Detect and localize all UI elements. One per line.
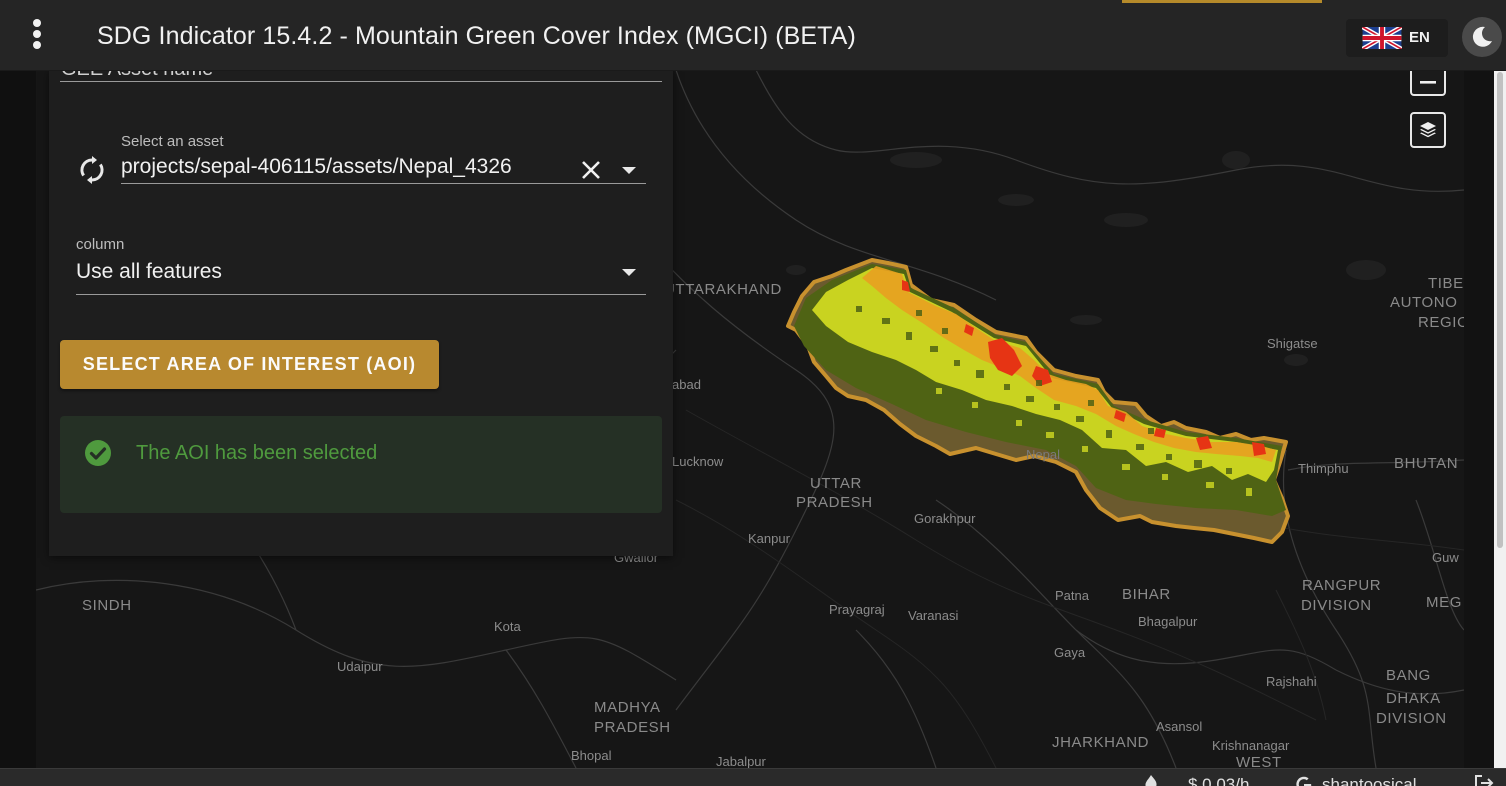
aoi-success-alert: The AOI has been selected <box>60 416 662 513</box>
language-button[interactable]: EN <box>1346 19 1448 57</box>
map-label-meghalaya: MEG <box>1426 594 1462 611</box>
asset-name-select-label: GEE Asset name <box>61 70 213 81</box>
map-label-rangpur-division: DIVISION <box>1301 597 1372 614</box>
map-label-pradesh: PRADESH <box>796 494 873 511</box>
dots-vertical-icon <box>33 30 41 38</box>
aoi-success-text: The AOI has been selected <box>136 442 378 464</box>
refresh-assets-button[interactable] <box>79 156 105 189</box>
map-label-bihar: BIHAR <box>1122 586 1171 603</box>
map-label-autonomous: AUTONO <box>1390 294 1458 311</box>
asset-select-value[interactable]: projects/sepal-406115/assets/Nepal_4326 <box>121 155 512 179</box>
app-window: UTTARAKHAND TIBE AUTONO REGIO Shigatse a… <box>0 0 1506 786</box>
clear-asset-button[interactable] <box>581 160 601 185</box>
map-label-uttar: UTTAR <box>810 475 862 492</box>
map-label-bhutan: BHUTAN <box>1394 455 1459 472</box>
page-scrollbar-thumb[interactable] <box>1497 72 1503 548</box>
asset-select-label: Select an asset <box>121 133 224 150</box>
map-label-abad: abad <box>672 377 701 392</box>
dots-vertical-icon <box>33 19 41 27</box>
map-label-dhaka-division: DIVISION <box>1376 710 1447 727</box>
column-select-chevron-down-icon[interactable] <box>622 269 636 276</box>
page-scrollbar[interactable] <box>1494 70 1506 768</box>
layers-icon <box>1420 122 1436 138</box>
refresh-icon <box>80 156 104 184</box>
map-label-jabalpur: Jabalpur <box>716 754 766 768</box>
asset-select-chevron-down-icon[interactable] <box>622 167 636 174</box>
column-select-value[interactable]: Use all features <box>76 260 222 284</box>
google-icon <box>1296 776 1312 786</box>
map-label-kota: Kota <box>494 619 521 634</box>
map-label-udaipur: Udaipur <box>337 659 383 674</box>
map-label-varanasi: Varanasi <box>908 608 959 623</box>
map-label-thimphu: Thimphu <box>1298 461 1349 476</box>
column-select-underline <box>76 294 646 295</box>
map-label-prayagraj: Prayagraj <box>829 602 885 617</box>
map-label-kanpur: Kanpur <box>748 531 790 546</box>
map-label-madhya: MADHYA <box>594 699 661 716</box>
map-label-rajshahi: Rajshahi <box>1266 674 1317 689</box>
status-user[interactable]: shantoosical <box>1322 775 1417 786</box>
dots-vertical-icon <box>33 41 41 49</box>
map-label-lucknow: Lucknow <box>672 454 724 469</box>
map-label-jharkhand: JHARKHAND <box>1052 734 1150 751</box>
map-label-patna: Patna <box>1055 588 1089 603</box>
flame-icon <box>1145 775 1157 786</box>
aoi-panel: GEE Asset name Select an asset projects/… <box>49 70 673 556</box>
check-circle-icon <box>85 440 111 466</box>
zoom-out-button[interactable] <box>1410 70 1446 96</box>
layers-button[interactable] <box>1410 112 1446 148</box>
map-label-region: REGIO <box>1418 314 1464 331</box>
map-label-bhagalpur: Bhagalpur <box>1138 614 1198 629</box>
select-aoi-button[interactable]: SELECT AREA OF INTEREST (AOI) <box>60 340 439 389</box>
map-label-shigatse: Shigatse <box>1267 336 1318 351</box>
asset-name-select-underline <box>60 81 662 82</box>
map-label-rangpur: RANGPUR <box>1302 577 1382 594</box>
moon-icon <box>1472 26 1492 47</box>
column-select-label: column <box>76 236 125 253</box>
map-label-nepal: Nepal <box>1026 447 1060 462</box>
map-label-madhya-pradesh: PRADESH <box>594 719 671 736</box>
map-label-dhaka: DHAKA <box>1386 690 1441 707</box>
map-label-asansol: Asansol <box>1156 719 1203 734</box>
map-label-sindh: SINDH <box>82 597 132 614</box>
theme-toggle-button[interactable] <box>1462 17 1502 57</box>
map-label-gorakhpur: Gorakhpur <box>914 511 976 526</box>
uk-flag-icon <box>1362 27 1402 49</box>
app-bar-accent <box>1122 0 1322 3</box>
map-label-bangladesh: BANG <box>1386 667 1431 684</box>
asset-select-underline <box>121 183 646 184</box>
map-label-gaya: Gaya <box>1054 645 1086 660</box>
status-bar: $ 0.03/h shantoosical <box>0 768 1506 786</box>
menu-button[interactable] <box>22 19 52 53</box>
left-gutter <box>0 70 36 768</box>
map-label-tibet: TIBE <box>1428 275 1464 292</box>
page-title: SDG Indicator 15.4.2 - Mountain Green Co… <box>97 22 856 50</box>
close-icon <box>582 161 600 179</box>
map-label-bhopal: Bhopal <box>571 748 612 763</box>
map-label-guwahati: Guw <box>1432 550 1459 565</box>
map-label-west: WEST <box>1236 754 1282 768</box>
status-cost: $ 0.03/h <box>1188 775 1250 786</box>
language-code: EN <box>1409 29 1430 46</box>
app-bar: SDG Indicator 15.4.2 - Mountain Green Co… <box>0 0 1506 71</box>
logout-icon[interactable] <box>1474 775 1494 786</box>
map-label-krishnanagar: Krishnanagar <box>1212 738 1290 753</box>
minus-icon <box>1420 81 1436 84</box>
map-label-uttarakhand: UTTARAKHAND <box>664 281 782 298</box>
